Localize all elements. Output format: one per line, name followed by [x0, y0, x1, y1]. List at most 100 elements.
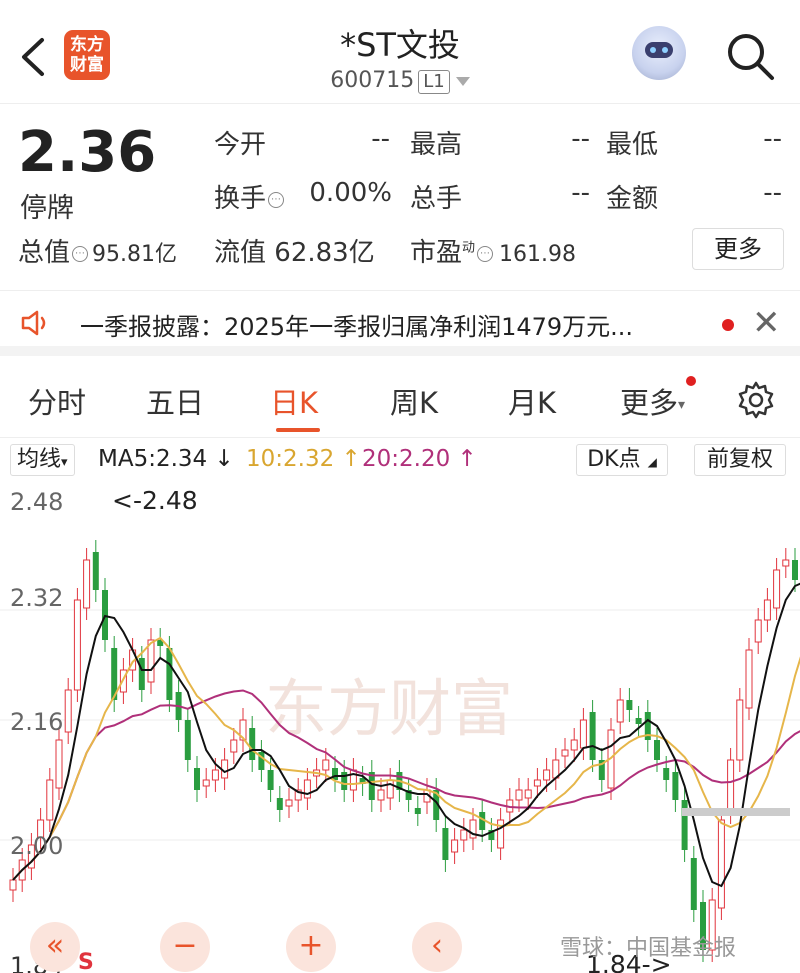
tab-monthly-k[interactable]: 月K: [508, 380, 556, 422]
dropdown-triangle-icon: [455, 76, 470, 86]
ma5-value: MA5:2.34: [98, 446, 208, 472]
last-price: 2.36: [18, 120, 157, 185]
ma5-arrow: ↓: [214, 446, 234, 472]
candle-body: [773, 569, 781, 609]
y-label-4: 2.00: [10, 832, 64, 860]
candle-body: [589, 712, 596, 760]
float-value-label: 流值: [214, 238, 267, 268]
turnover-label: 换手 ⋯: [214, 178, 285, 215]
kline-chart[interactable]: 东方财富: [0, 480, 800, 973]
candle-body: [524, 789, 532, 799]
total-value: 95.81亿: [92, 242, 177, 267]
zoom-out-button[interactable]: −: [160, 922, 210, 972]
robot-avatar[interactable]: [632, 26, 686, 80]
candle-body: [717, 819, 725, 909]
pe-label: 市盈: [410, 238, 463, 268]
stock-code-row[interactable]: 600715 L1: [0, 68, 800, 94]
candle-body: [570, 739, 578, 751]
dk-point-button[interactable]: DK点 ◢: [576, 444, 668, 476]
candle-body: [672, 772, 679, 800]
info-icon[interactable]: ⋯: [477, 245, 494, 262]
amount-value: --: [763, 178, 782, 208]
candle-body: [616, 699, 624, 723]
level-badge: L1: [418, 70, 450, 94]
ma10-value: 10:2.32: [246, 446, 335, 472]
candle-body: [690, 858, 697, 910]
zoom-in-button[interactable]: +: [286, 922, 336, 972]
info-icon[interactable]: ⋯: [72, 245, 89, 262]
center-watermark: 东方财富: [265, 672, 513, 745]
notice-bar[interactable]: 一季报披露：2025年一季报归属净利润1479万元... ✕: [0, 290, 800, 356]
high-label: 最高: [410, 130, 463, 160]
notice-text: 一季报披露：2025年一季报归属净利润1479万元...: [80, 313, 634, 341]
candle-body: [92, 552, 99, 590]
price-band: [682, 808, 790, 816]
candle-body: [736, 699, 744, 761]
y-label-high: 2.48: [10, 488, 64, 516]
corner-triangle-icon: ◢: [647, 455, 657, 469]
tab-daily-k[interactable]: 日K: [270, 380, 318, 422]
candle-body: [9, 879, 17, 891]
candle-body: [211, 769, 219, 781]
pe-sup: 动: [462, 240, 476, 256]
robot-face-icon: [645, 42, 673, 58]
kline-svg: 东方财富: [0, 540, 800, 962]
candle-body: [543, 769, 551, 781]
candle-body: [451, 839, 459, 853]
header-bar: 东方 财富 *ST文投 600715 L1: [0, 0, 800, 104]
ma10-text: 10:2.32 ↑: [246, 446, 361, 472]
turnover-label-text: 换手: [214, 184, 267, 214]
candle-body: [745, 649, 753, 709]
candle-body: [55, 739, 63, 789]
candle-body: [194, 768, 200, 790]
tab-more[interactable]: 更多▾: [620, 380, 685, 422]
candle-body: [681, 800, 688, 850]
candle-body: [561, 749, 569, 757]
ma20-text: 20:2.20 ↑: [362, 446, 477, 472]
gear-icon[interactable]: [736, 380, 776, 420]
candle-body: [515, 789, 523, 801]
tab-more-label: 更多: [620, 386, 679, 420]
ma-selector[interactable]: 均线▾: [10, 444, 75, 476]
candle-body: [442, 828, 449, 860]
candle-body: [138, 658, 145, 690]
dk-label: DK点: [587, 447, 641, 472]
candle-body: [303, 779, 311, 799]
period-tabs: 分时 五日 日K 周K 月K 更多▾: [0, 366, 800, 438]
candle-body: [276, 798, 283, 810]
turnover-value: 0.00%: [309, 178, 392, 208]
candle-body: [64, 689, 72, 733]
candle-body: [46, 779, 54, 821]
ma10-arrow: ↑: [341, 446, 361, 472]
watermark: 雪球：中国基金报: [560, 936, 737, 961]
ma20-value: 20:2.20: [362, 446, 451, 472]
scroll-left-fast-button[interactable]: «: [30, 922, 80, 972]
open-value: --: [371, 124, 390, 154]
tab-intraday[interactable]: 分时: [28, 380, 86, 422]
pe-row: 市盈动 ⋯ 161.98: [410, 232, 576, 269]
unread-dot: [722, 319, 734, 331]
candle-body: [497, 819, 505, 849]
candle-body: [267, 770, 274, 790]
candle-body: [322, 759, 330, 771]
ma5-text: MA5:2.34 ↓: [98, 446, 234, 472]
search-icon[interactable]: [724, 30, 776, 82]
tab-five-day[interactable]: 五日: [146, 380, 204, 422]
stock-code: 600715: [330, 68, 415, 93]
close-icon[interactable]: ✕: [752, 303, 781, 343]
info-icon[interactable]: ⋯: [268, 191, 285, 208]
candle-body: [377, 789, 385, 801]
low-value: --: [763, 124, 782, 154]
candle-body: [184, 720, 191, 760]
active-tab-indicator: [276, 428, 320, 432]
adjust-button[interactable]: 前复权: [694, 444, 786, 476]
low-label: 最低: [606, 130, 659, 160]
candle-body: [230, 739, 238, 753]
more-button[interactable]: 更多: [692, 228, 784, 270]
amount-label: 金额: [606, 184, 659, 214]
tab-weekly-k[interactable]: 周K: [390, 380, 438, 422]
total-value-label-text: 总值: [18, 238, 71, 268]
ma20-arrow: ↑: [457, 446, 477, 472]
y-label-2: 2.32: [10, 584, 64, 612]
scroll-left-button[interactable]: ‹: [412, 922, 462, 972]
